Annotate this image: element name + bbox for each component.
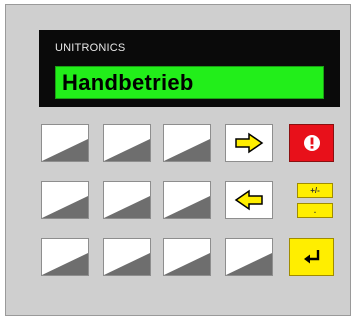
decimal-point-key[interactable]: . <box>297 203 333 218</box>
exclamation-icon <box>303 135 320 151</box>
enter-icon <box>303 250 319 264</box>
display-bezel: UNITRONICS Handbetrieb <box>39 30 340 107</box>
function-key-5[interactable] <box>103 181 151 219</box>
brand-label: UNITRONICS <box>55 42 126 54</box>
right-arrow-key[interactable] <box>225 124 273 162</box>
function-key-8[interactable] <box>103 238 151 276</box>
left-arrow-key[interactable] <box>225 181 273 219</box>
function-key-3[interactable] <box>163 124 211 162</box>
function-key-1[interactable] <box>41 124 89 162</box>
function-key-2[interactable] <box>103 124 151 162</box>
lcd-text: Handbetrieb <box>62 70 194 95</box>
arrow-right-icon <box>235 132 264 154</box>
function-key-4[interactable] <box>41 181 89 219</box>
function-key-7[interactable] <box>41 238 89 276</box>
function-key-10[interactable] <box>225 238 273 276</box>
alarm-key[interactable] <box>289 124 334 162</box>
lcd-screen: Handbetrieb <box>55 66 324 99</box>
arrow-left-icon <box>234 189 263 211</box>
plus-minus-key[interactable]: +/- <box>297 183 333 198</box>
operator-panel: UNITRONICS Handbetrieb +/- . <box>5 4 351 316</box>
function-key-6[interactable] <box>163 181 211 219</box>
enter-key[interactable] <box>289 238 334 276</box>
function-key-9[interactable] <box>163 238 211 276</box>
